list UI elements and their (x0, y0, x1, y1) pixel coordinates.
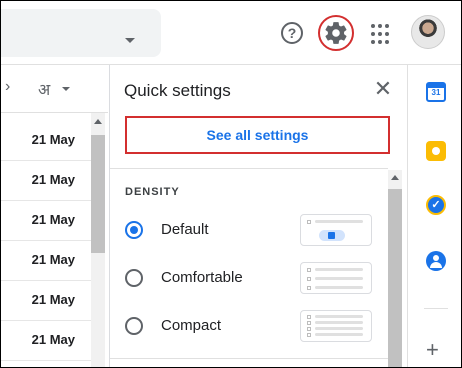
mail-date: 21 May (31, 212, 75, 227)
calendar-icon[interactable]: 31 (426, 82, 446, 102)
divider (110, 168, 388, 169)
table-row[interactable]: 21 May (1, 321, 91, 361)
tasks-icon[interactable]: ✓ (426, 195, 446, 215)
density-option-label: Compact (161, 317, 222, 334)
mail-date: 21 May (31, 132, 75, 147)
radio-unselected-icon[interactable] (125, 317, 143, 335)
table-row[interactable]: 21 May (1, 201, 91, 241)
close-icon[interactable]: ✕ (372, 78, 394, 100)
mail-scrollbar-thumb[interactable] (91, 135, 105, 253)
gear-icon[interactable] (321, 18, 351, 48)
density-heading: DENSITY (125, 186, 180, 198)
chevron-right-icon[interactable]: › (5, 78, 10, 96)
contacts-icon[interactable] (426, 251, 446, 271)
density-compact-preview (300, 310, 372, 342)
table-row[interactable]: 21 May (1, 281, 91, 321)
input-tools-button[interactable]: अ (38, 78, 50, 100)
search-options-caret-icon[interactable] (125, 38, 135, 43)
keep-icon[interactable] (426, 141, 446, 161)
see-all-settings-button[interactable]: See all settings (125, 116, 390, 154)
density-default-preview (300, 214, 372, 246)
quick-settings-title: Quick settings (124, 81, 231, 100)
help-glyph: ? (287, 25, 297, 41)
radio-selected-icon[interactable] (125, 221, 143, 239)
help-icon[interactable]: ? (281, 22, 303, 44)
density-comfortable-preview (300, 262, 372, 294)
scroll-up-arrow-icon[interactable] (391, 175, 399, 180)
side-panel: 31 ✓ + (407, 65, 461, 367)
app-frame: ? › अ 21 May 21 May 21 May 21 May 21 May… (0, 0, 462, 368)
avatar[interactable] (411, 15, 445, 49)
table-row[interactable]: 21 May (1, 241, 91, 281)
mail-date: 21 May (31, 292, 75, 307)
caret-down-icon[interactable] (62, 87, 70, 91)
quick-settings-scrollbar-thumb[interactable] (388, 189, 402, 367)
search-bar[interactable] (1, 9, 161, 57)
table-row[interactable]: 21 May (1, 121, 91, 161)
mail-list-toolbar: › अ (1, 65, 108, 113)
calendar-day: 31 (431, 88, 441, 97)
radio-unselected-icon[interactable] (125, 269, 143, 287)
tasks-check-glyph: ✓ (431, 199, 441, 211)
density-option-label: Comfortable (161, 269, 243, 286)
mail-date: 21 May (31, 252, 75, 267)
mail-list: › अ 21 May 21 May 21 May 21 May 21 May 2… (1, 65, 108, 367)
density-option-label: Default (161, 221, 209, 238)
apps-grid-icon[interactable] (370, 24, 390, 44)
mail-date: 21 May (31, 172, 75, 187)
divider (110, 358, 388, 359)
add-addon-icon[interactable]: + (426, 339, 439, 361)
side-panel-divider (424, 308, 448, 309)
table-row[interactable]: 21 May (1, 161, 91, 201)
scroll-up-arrow-icon[interactable] (94, 119, 102, 124)
mail-date: 21 May (31, 332, 75, 347)
quick-settings-panel: Quick settings ✕ See all settings DENSIT… (109, 65, 406, 367)
